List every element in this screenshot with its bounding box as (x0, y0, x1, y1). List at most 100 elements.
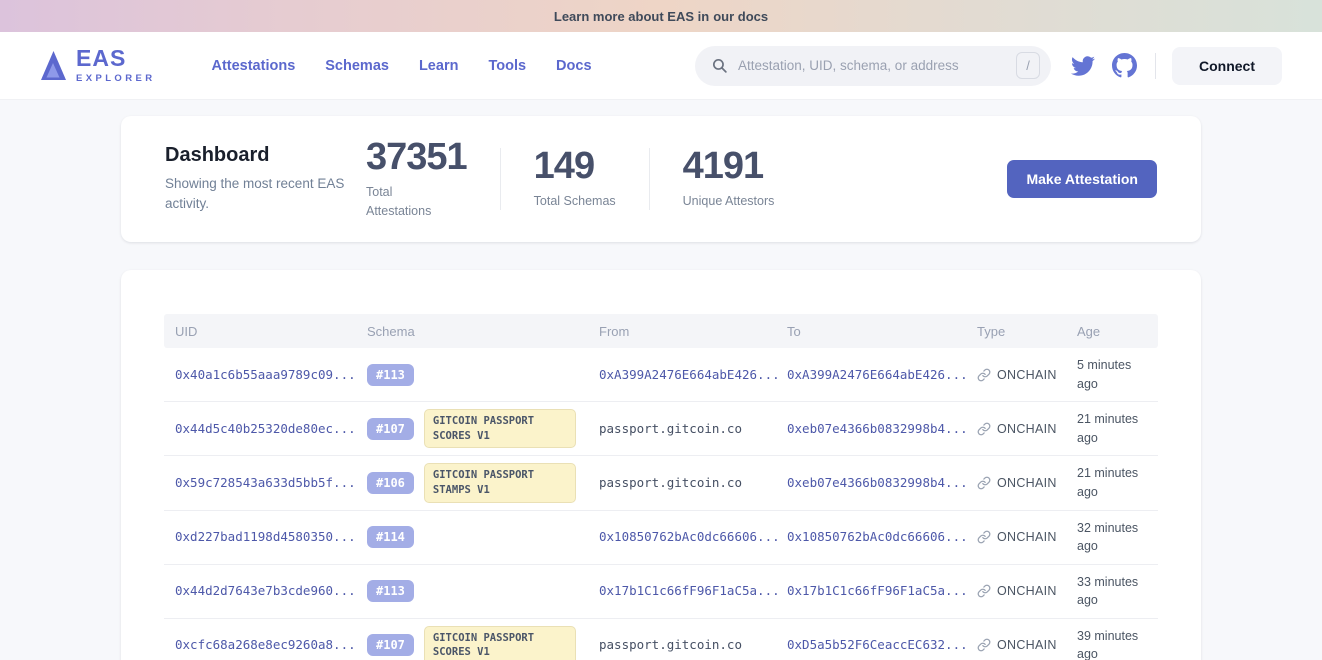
uid-link[interactable]: 0x40a1c6b55aaa9789c09... (175, 367, 356, 382)
type-label: ONCHAIN (997, 584, 1057, 598)
uid-link[interactable]: 0x44d5c40b25320de80ec... (175, 421, 356, 436)
schema-cell: #114 (356, 526, 588, 548)
uid-cell: 0xcfc68a268e8ec9260a8... (164, 636, 356, 654)
connect-button[interactable]: Connect (1172, 47, 1282, 85)
stat-total-attestations: 37351 Total Attestations (366, 138, 467, 221)
type-cell: ONCHAIN (966, 476, 1066, 490)
nav-docs[interactable]: Docs (556, 58, 591, 74)
age-label: 33 minutes ago (1077, 575, 1138, 608)
link-icon (977, 530, 991, 544)
schema-id-badge[interactable]: #106 (367, 472, 414, 494)
docs-link[interactable]: our docs (713, 9, 768, 24)
from-address-link[interactable]: 0x10850762bAc0dc66606... (599, 529, 780, 544)
from-address-link[interactable]: passport.gitcoin.co (599, 475, 742, 490)
uid-link[interactable]: 0x59c728543a633d5bb5f... (175, 475, 356, 490)
uid-cell: 0x40a1c6b55aaa9789c09... (164, 366, 356, 384)
schema-id-badge[interactable]: #107 (367, 634, 414, 656)
attestations-table-card: UID Schema From To Type Age 0x40a1c6b55a… (121, 270, 1201, 660)
stat-divider (500, 148, 501, 210)
stat-value: 37351 (366, 138, 467, 176)
schema-id-badge[interactable]: #113 (367, 364, 414, 386)
nav-tools[interactable]: Tools (488, 58, 526, 74)
age-cell: 21 minutes ago (1066, 464, 1158, 502)
schema-id-badge[interactable]: #114 (367, 526, 414, 548)
search-input[interactable] (738, 58, 1016, 73)
from-cell: 0x17b1C1c66fF96F1aC5a... (588, 582, 776, 600)
to-cell: 0x10850762bAc0dc66606... (776, 528, 966, 546)
stat-unique-attestors: 4191 Unique Attestors (683, 147, 775, 211)
type-cell: ONCHAIN (966, 368, 1066, 382)
to-address-link[interactable]: 0x10850762bAc0dc66606... (787, 529, 968, 544)
age-label: 32 minutes ago (1077, 521, 1138, 554)
to-address-link[interactable]: 0xeb07e4366b0832998b4... (787, 421, 968, 436)
table-row: 0x44d2d7643e7b3cde960... #113 0x17b1C1c6… (164, 565, 1158, 619)
stat-label: Total Attestations (366, 183, 448, 221)
age-cell: 33 minutes ago (1066, 573, 1158, 611)
type-cell: ONCHAIN (966, 638, 1066, 652)
from-cell: passport.gitcoin.co (588, 474, 776, 492)
twitter-icon[interactable] (1071, 54, 1095, 78)
promo-banner-text: Learn more about EAS in (554, 9, 709, 24)
to-cell: 0xeb07e4366b0832998b4... (776, 420, 966, 438)
dashboard-heading: Dashboard Showing the most recent EAS ac… (165, 144, 350, 213)
age-label: 39 minutes ago (1077, 629, 1138, 660)
column-header-to: To (776, 324, 966, 339)
search-bar: / (695, 46, 1051, 86)
table-row: 0x40a1c6b55aaa9789c09... #113 0xA399A247… (164, 348, 1158, 402)
github-icon[interactable] (1112, 53, 1137, 78)
uid-cell: 0x44d2d7643e7b3cde960... (164, 582, 356, 600)
to-address-link[interactable]: 0x17b1C1c66fF96F1aC5a... (787, 583, 968, 598)
logo-subtitle: EXPLORER (76, 73, 155, 84)
page-title: Dashboard (165, 144, 350, 167)
schema-id-badge[interactable]: #107 (367, 418, 414, 440)
column-header-from: From (588, 324, 776, 339)
nav-attestations[interactable]: Attestations (211, 58, 295, 74)
eas-logo[interactable]: EAS EXPLORER (40, 47, 155, 84)
type-label: ONCHAIN (997, 476, 1057, 490)
nav-schemas[interactable]: Schemas (325, 58, 389, 74)
type-cell: ONCHAIN (966, 422, 1066, 436)
table-row: 0xcfc68a268e8ec9260a8... #107 GITCOIN PA… (164, 619, 1158, 660)
logo-text: EAS EXPLORER (76, 47, 155, 84)
to-cell: 0xeb07e4366b0832998b4... (776, 474, 966, 492)
from-address-link[interactable]: passport.gitcoin.co (599, 421, 742, 436)
make-attestation-button[interactable]: Make Attestation (1007, 160, 1157, 198)
to-address-link[interactable]: 0xeb07e4366b0832998b4... (787, 475, 968, 490)
to-cell: 0x17b1C1c66fF96F1aC5a... (776, 582, 966, 600)
from-cell: 0xA399A2476E664abE426... (588, 366, 776, 384)
table-row: 0x59c728543a633d5bb5f... #106 GITCOIN PA… (164, 456, 1158, 510)
schema-name-badge[interactable]: GITCOIN PASSPORT STAMPS V1 (424, 463, 576, 502)
to-address-link[interactable]: 0xA399A2476E664abE426... (787, 367, 968, 382)
table-header-row: UID Schema From To Type Age (164, 314, 1158, 348)
main-nav: Attestations Schemas Learn Tools Docs (211, 58, 591, 74)
type-label: ONCHAIN (997, 368, 1057, 382)
link-icon (977, 476, 991, 490)
link-icon (977, 584, 991, 598)
social-links (1071, 53, 1137, 78)
nav-learn[interactable]: Learn (419, 58, 459, 74)
uid-link[interactable]: 0x44d2d7643e7b3cde960... (175, 583, 356, 598)
stat-value: 4191 (683, 147, 775, 185)
from-address-link[interactable]: 0x17b1C1c66fF96F1aC5a... (599, 583, 780, 598)
column-header-age: Age (1066, 324, 1158, 339)
age-label: 21 minutes ago (1077, 466, 1138, 499)
type-label: ONCHAIN (997, 530, 1057, 544)
schema-name-badge[interactable]: GITCOIN PASSPORT SCORES V1 (424, 626, 576, 660)
search-shortcut-key: / (1016, 52, 1040, 79)
uid-link[interactable]: 0xcfc68a268e8ec9260a8... (175, 637, 356, 652)
from-address-link[interactable]: 0xA399A2476E664abE426... (599, 367, 780, 382)
schema-cell: #113 (356, 580, 588, 602)
from-address-link[interactable]: passport.gitcoin.co (599, 637, 742, 652)
uid-link[interactable]: 0xd227bad1198d4580350... (175, 529, 356, 544)
from-cell: 0x10850762bAc0dc66606... (588, 528, 776, 546)
schema-name-badge[interactable]: GITCOIN PASSPORT SCORES V1 (424, 409, 576, 448)
link-icon (977, 368, 991, 382)
link-icon (977, 422, 991, 436)
from-cell: passport.gitcoin.co (588, 636, 776, 654)
type-label: ONCHAIN (997, 422, 1057, 436)
stat-label: Total Schemas (534, 192, 616, 211)
header-divider (1155, 53, 1156, 79)
to-address-link[interactable]: 0xD5a5b52F6CeaccEC632... (787, 637, 968, 652)
table-body: 0x40a1c6b55aaa9789c09... #113 0xA399A247… (164, 348, 1158, 660)
schema-id-badge[interactable]: #113 (367, 580, 414, 602)
